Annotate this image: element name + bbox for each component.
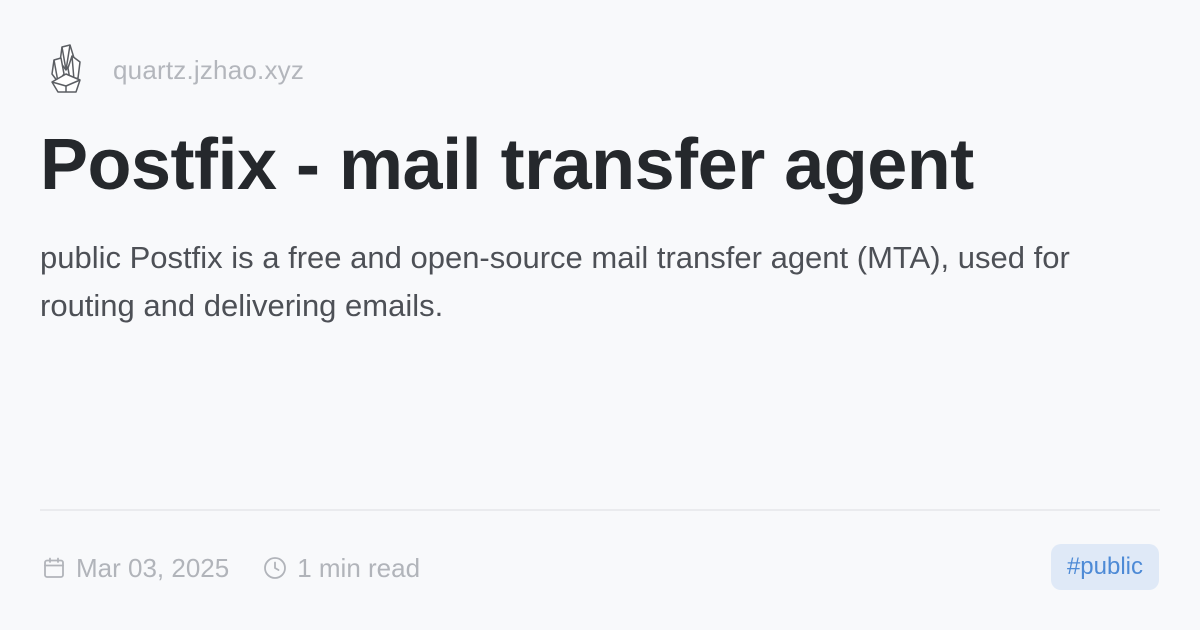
page-meta: Mar 03, 2025 1 min read <box>42 546 420 590</box>
reading-time-text: 1 min read <box>297 552 421 583</box>
reading-time-meta: 1 min read <box>263 553 420 584</box>
page-description: public Postfix is a free and open-source… <box>40 240 1070 323</box>
divider <box>40 509 1160 511</box>
tag-public[interactable]: #public <box>1050 544 1159 590</box>
clock-icon <box>263 556 287 580</box>
page-title: Postfix - mail transfer agent <box>40 125 974 205</box>
site-domain[interactable]: quartz.jzhao.xyz <box>113 55 304 86</box>
calendar-icon <box>42 556 66 580</box>
og-card: quartz.jzhao.xyz Postfix - mail transfer… <box>0 0 1200 630</box>
crystal-icon <box>46 42 86 98</box>
date-text: Mar 03, 2025 <box>76 552 230 583</box>
site-header: quartz.jzhao.xyz <box>46 42 304 98</box>
date-meta: Mar 03, 2025 <box>42 553 229 584</box>
